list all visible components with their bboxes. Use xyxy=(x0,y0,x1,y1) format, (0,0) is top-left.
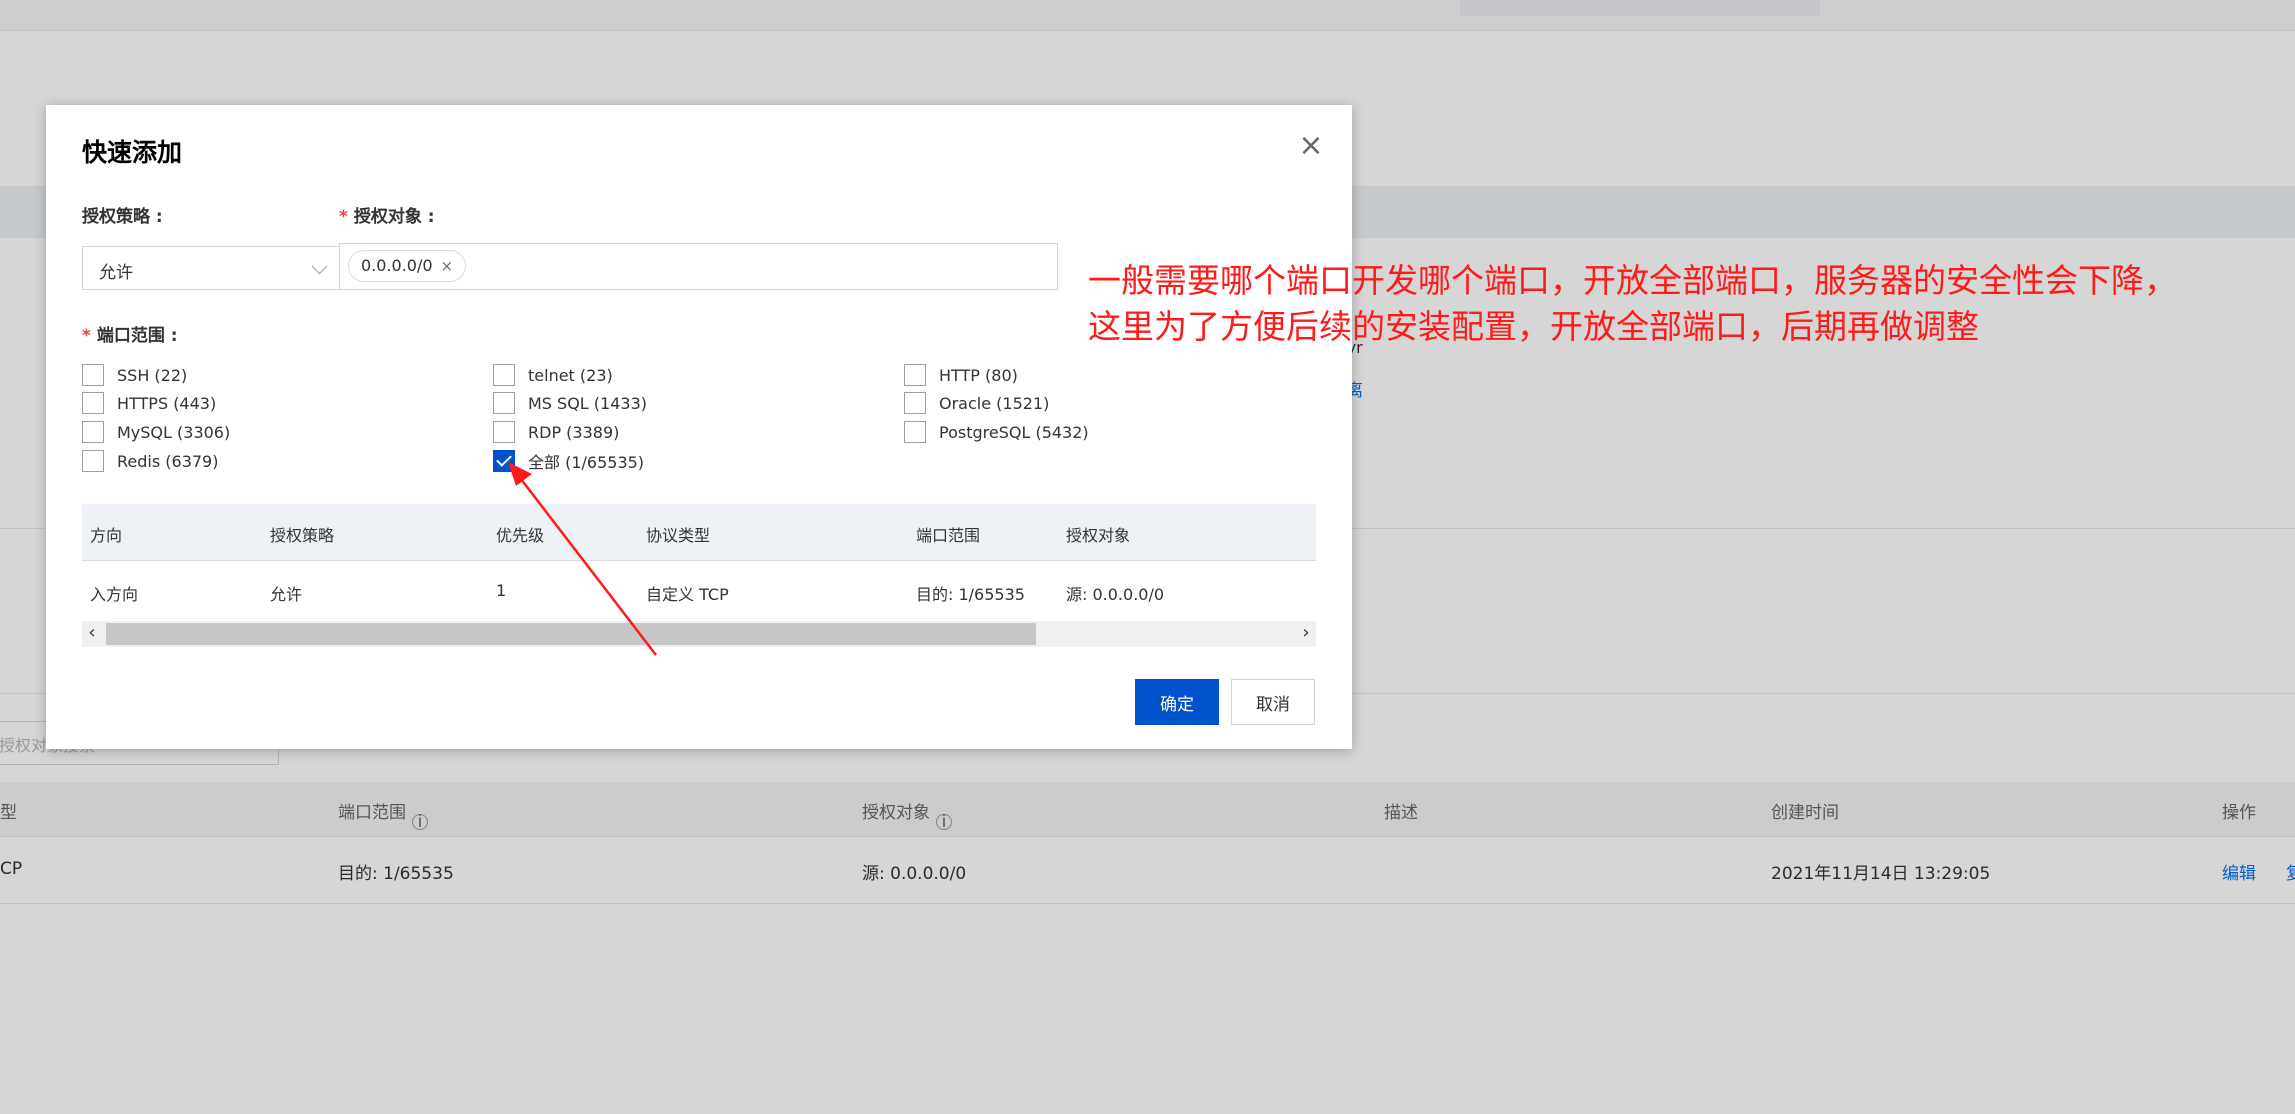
arrow-head xyxy=(508,462,532,486)
annotation-arrow xyxy=(508,462,657,656)
arrow-line xyxy=(513,469,657,656)
